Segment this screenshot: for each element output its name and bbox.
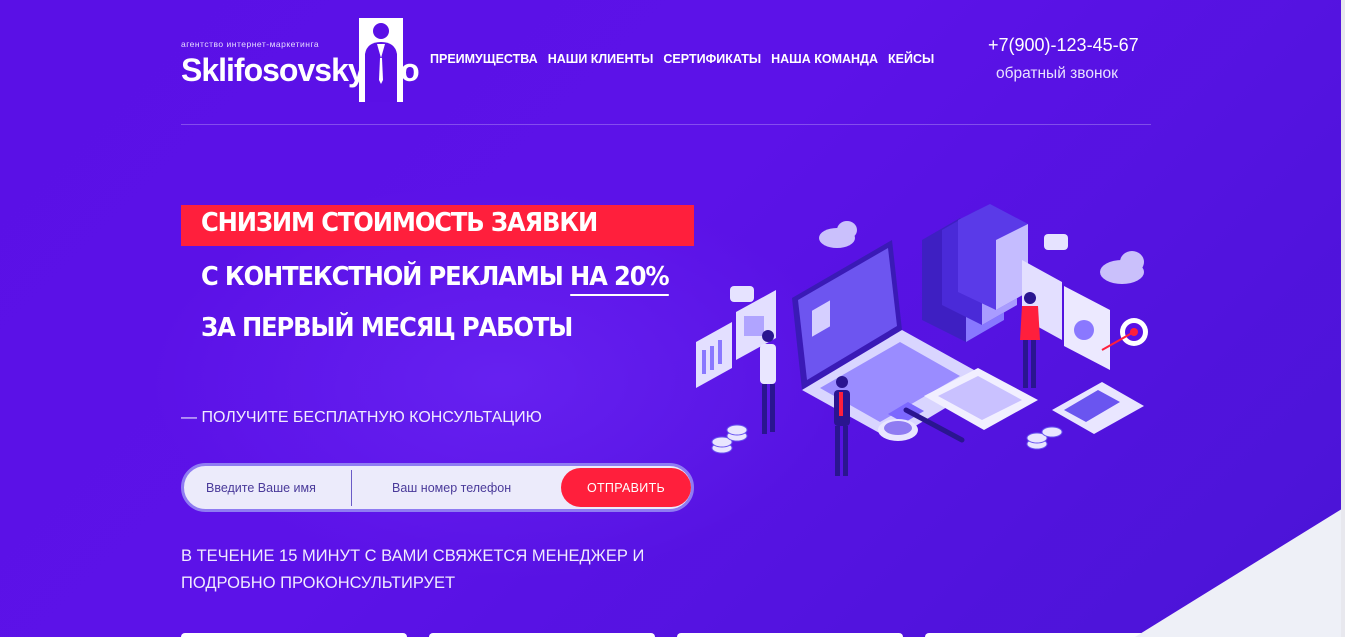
logo-figure-icon	[359, 18, 403, 102]
card-preview-3	[677, 633, 903, 637]
nav-advantages[interactable]: ПРЕИМУЩЕСТВА	[430, 52, 538, 66]
phone-input[interactable]	[392, 466, 542, 509]
background-corner	[1135, 507, 1345, 637]
header-divider	[181, 124, 1151, 125]
headline-line-2: С КОНТЕКСТНОЙ РЕКЛАМЫ НА 20%	[201, 262, 670, 296]
hero-note: В ТЕЧЕНИЕ 15 МИНУТ С ВАМИ СВЯЖЕТСЯ МЕНЕД…	[181, 547, 645, 592]
card-preview-1	[181, 633, 407, 637]
nav-team[interactable]: НАША КОМАНДА	[771, 52, 878, 66]
calculator-icon	[1052, 382, 1144, 434]
headline-discount: НА 20%	[569, 262, 670, 296]
phone-number[interactable]: +7(900)-123-45-67	[988, 35, 1139, 56]
scrollbar[interactable]	[1341, 0, 1345, 637]
headline-line-1: СНИЗИМ СТОИМОСТЬ ЗАЯВКИ	[201, 208, 598, 238]
hero-subtitle: — ПОЛУЧИТЕ БЕСПЛАТНУЮ КОНСУЛЬТАЦИЮ	[181, 409, 542, 426]
headline-line-3: ЗА ПЕРВЫЙ МЕСЯЦ РАБОТЫ	[201, 313, 573, 343]
main-nav: ПРЕИМУЩЕСТВА НАШИ КЛИЕНТЫ СЕРТИФИКАТЫ НА…	[430, 52, 934, 66]
consultation-form: ОТПРАВИТЬ	[181, 463, 694, 512]
form-separator	[351, 470, 352, 506]
headline-line-2-text: С КОНТЕКСТНОЙ РЕКЛАМЫ	[201, 262, 570, 292]
magnifier-icon	[878, 419, 918, 441]
name-input[interactable]	[206, 466, 346, 509]
card-preview-4	[925, 633, 1151, 637]
logo[interactable]: агентство интернет-маркетинга Sklifosovs…	[181, 18, 420, 102]
nav-clients[interactable]: НАШИ КЛИЕНТЫ	[548, 52, 654, 66]
marketing-illustration	[696, 204, 1148, 476]
logo-tagline: агентство интернет-маркетинга	[181, 39, 320, 49]
nav-cases[interactable]: КЕЙСЫ	[888, 52, 934, 66]
nav-certificates[interactable]: СЕРТИФИКАТЫ	[663, 52, 761, 66]
submit-button[interactable]: ОТПРАВИТЬ	[561, 468, 691, 507]
callback-link[interactable]: обратный звонок	[996, 65, 1118, 83]
card-preview-2	[429, 633, 655, 637]
person-center-icon	[834, 376, 850, 476]
books-icon	[922, 204, 1028, 342]
person-woman-icon	[1020, 292, 1040, 388]
person-man-icon	[760, 330, 776, 434]
